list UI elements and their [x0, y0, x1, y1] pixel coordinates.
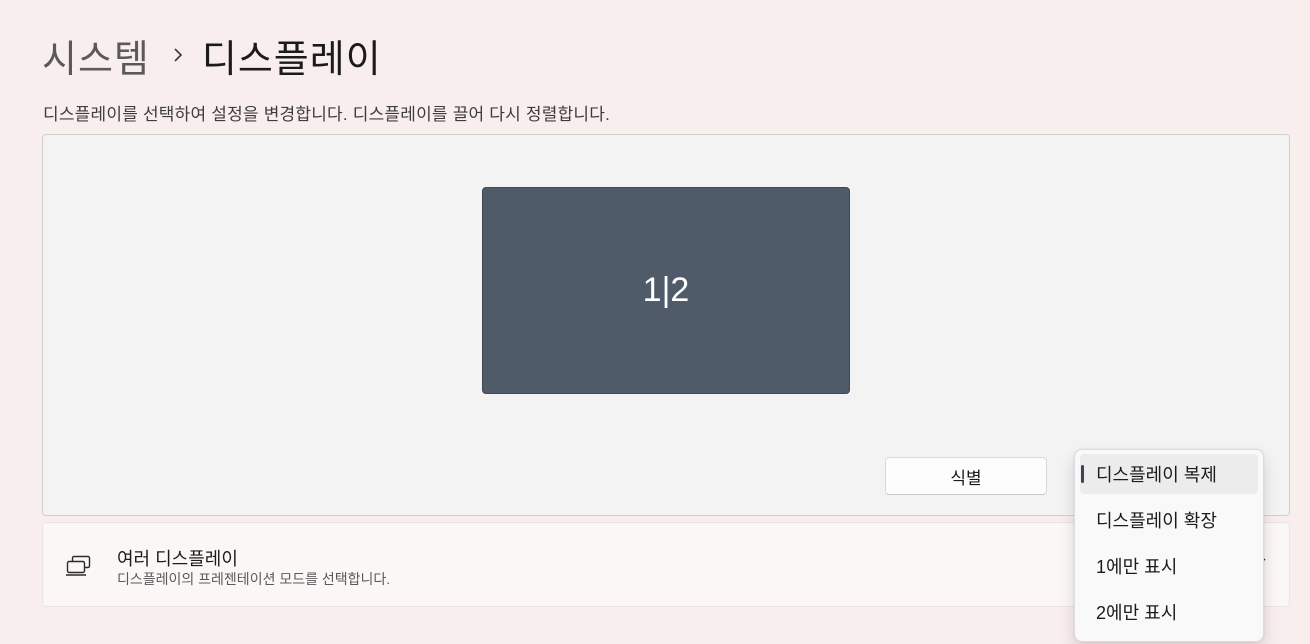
- presentation-mode-dropdown: 디스플레이 복제 디스플레이 확장 1에만 표시 2에만 표시: [1074, 449, 1264, 642]
- breadcrumb: 시스템 디스플레이: [42, 28, 382, 83]
- option-label: 1에만 표시: [1096, 557, 1178, 577]
- option-duplicate-displays[interactable]: 디스플레이 복제: [1080, 454, 1258, 494]
- multiple-displays-subtitle: 디스플레이의 프레젠테이션 모드를 선택합니다.: [117, 571, 391, 587]
- monitor-tile[interactable]: 1|2: [482, 187, 850, 394]
- breadcrumb-system[interactable]: 시스템: [42, 28, 150, 83]
- option-label: 디스플레이 복제: [1096, 465, 1217, 485]
- page-title: 디스플레이: [201, 38, 382, 81]
- selection-indicator: [1081, 465, 1084, 483]
- multiple-displays-title: 여러 디스플레이: [117, 549, 238, 569]
- multiple-displays-icon: [65, 554, 93, 578]
- page-description: 디스플레이를 선택하여 설정을 변경합니다. 디스플레이를 끌어 다시 정렬합니…: [43, 105, 611, 124]
- option-show-only-on-1[interactable]: 1에만 표시: [1080, 546, 1258, 586]
- option-extend-displays[interactable]: 디스플레이 확장: [1080, 500, 1258, 540]
- identify-button[interactable]: 식별: [885, 457, 1047, 495]
- option-label: 2에만 표시: [1096, 603, 1178, 623]
- option-show-only-on-2[interactable]: 2에만 표시: [1080, 592, 1258, 632]
- option-label: 디스플레이 확장: [1096, 511, 1217, 531]
- chevron-right-icon: [172, 47, 184, 63]
